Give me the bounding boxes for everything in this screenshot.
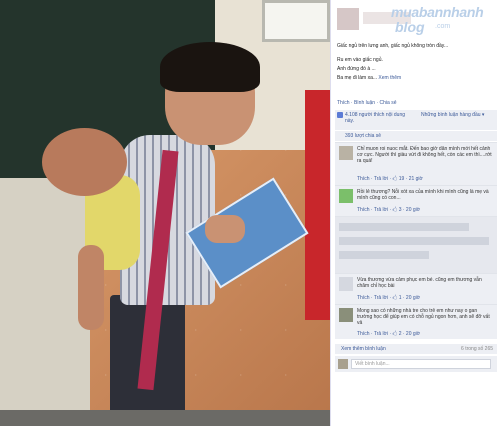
post-photo[interactable] (0, 0, 330, 426)
comment-text: Rồi lẻ thương? Nỗi xót xa của mình khi m… (357, 189, 489, 201)
commenter-avatar[interactable] (339, 308, 353, 322)
comment-item: Mong sao có những nhà tre cho trẻ em như… (335, 304, 497, 339)
comment-meta[interactable]: Thích · Trả lời · 🖒 1 · 20 giờ (357, 295, 420, 303)
comments-list: Chỉ muon roi nuoc mắt. Đến bao giờ dân m… (335, 142, 497, 339)
comment-meta[interactable]: Thích · Trả lời · 🖒 2 · 20 giờ (357, 331, 420, 339)
caption-line-1: Giấc ngủ trên lưng anh, giấc ngủ không t… (337, 43, 449, 49)
watermark-com: .com (435, 23, 451, 30)
watermark-sub: blog (395, 19, 425, 35)
comment-meta[interactable]: Thích · Trả lời · 🖒 3 · 20 giờ (357, 207, 420, 215)
blurred-line (339, 223, 469, 231)
post-caption: Giấc ngủ trên lưng anh, giấc ngủ không t… (337, 42, 497, 83)
stair-wall (0, 178, 90, 426)
comment-item: Rồi lẻ thương? Nỗi xót xa của mình khi m… (335, 185, 497, 216)
commenter-avatar[interactable] (339, 146, 353, 160)
more-comments-row: Xem thêm bình luận 6 trong số 265 (335, 344, 497, 354)
watermark-main: muabannhanh (391, 4, 484, 20)
likes-count[interactable]: 4.108 người thích nội dung này. (345, 112, 415, 124)
top-comments-dropdown[interactable]: Những bình luận hàng đầu ▾ (421, 112, 484, 118)
comment-count: 6 trong số 265 (461, 346, 493, 352)
watermark-logo: muabannhanh blog .com (391, 4, 499, 36)
post-side-panel: muabannhanh blog .com Giấc ngủ trên lưng… (330, 0, 500, 426)
comment-text: Mong sao có những nhà tre cho trẻ em như… (357, 308, 490, 326)
like-icon (337, 112, 343, 118)
caption-line-3: Anh đứng đó à ... (337, 66, 376, 72)
see-more-link[interactable]: Xem thêm (378, 75, 401, 81)
post-header: muabannhanh blog .com (331, 0, 500, 38)
boy-hand (205, 215, 245, 243)
blurred-comment (335, 216, 497, 273)
comment-item: Chỉ muon roi nuoc mắt. Đến bao giờ dân m… (335, 142, 497, 185)
poster-avatar[interactable] (337, 8, 359, 30)
blurred-line (339, 251, 429, 259)
viewer-avatar (338, 359, 348, 369)
comment-input[interactable]: Viết bình luận... (351, 359, 491, 369)
caption-line-4: Ba mẹ đi làm xa... (337, 75, 378, 81)
comment-text: Vừa thương vừa cảm phục em bé. cũng em t… (357, 277, 482, 289)
likes-bar: 4.108 người thích nội dung này. Những bì… (335, 110, 497, 130)
photo-bottom-strip (0, 410, 330, 426)
comment-meta[interactable]: Thích · Trả lời · 🖒 19 · 21 giờ (357, 176, 423, 184)
window (262, 0, 330, 42)
blurred-line (339, 237, 489, 245)
comment-text: Chỉ muon roi nuoc mắt. Đến bao giờ dân m… (357, 146, 492, 164)
shares-row[interactable]: 393 lượt chia sẻ (335, 131, 497, 141)
shares-count[interactable]: 393 lượt chia sẻ (345, 133, 381, 139)
baby-leg (78, 245, 104, 330)
commenter-avatar[interactable] (339, 277, 353, 291)
baby-head (42, 128, 127, 196)
red-curtain (305, 90, 330, 320)
comment-item: Vừa thương vừa cảm phục em bé. cũng em t… (335, 273, 497, 304)
boy-hair (160, 42, 260, 92)
caption-line-2: Ru em vào giấc ngủ. (337, 57, 383, 63)
reply-box: Viết bình luận... (335, 356, 497, 372)
commenter-avatar[interactable] (339, 189, 353, 203)
post-actions[interactable]: Thích · Bình luận · Chia sẻ (337, 100, 396, 106)
more-comments-link[interactable]: Xem thêm bình luận (341, 346, 386, 352)
